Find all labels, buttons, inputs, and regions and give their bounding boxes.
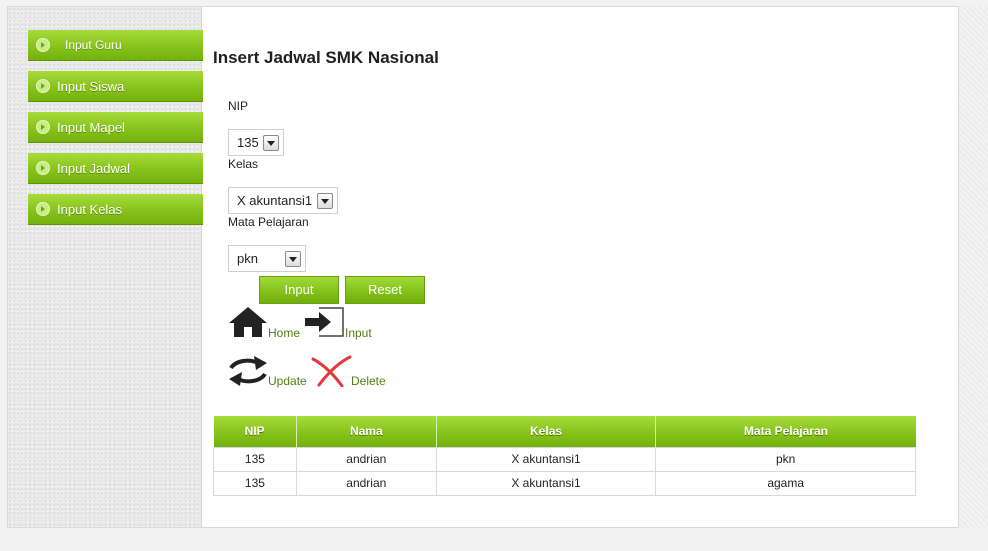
update-link[interactable]	[228, 355, 268, 387]
delete-link[interactable]	[310, 355, 352, 388]
bullet-arrow-icon	[36, 202, 50, 216]
sidebar-item-input-mapel[interactable]: Input Mapel	[28, 112, 203, 143]
kelas-select-value: X akuntansi1	[237, 193, 313, 208]
column-header-kelas: Kelas	[436, 416, 657, 447]
update-link-label[interactable]: Update	[268, 374, 307, 388]
table-cell: andrian	[295, 446, 437, 472]
bullet-arrow-icon	[36, 38, 50, 52]
sidebar-item-label: Input Mapel	[57, 119, 125, 135]
sidebar-item-input-guru[interactable]: Input Guru	[28, 30, 203, 61]
table-row: 135 andrian X akuntansi1 agama	[213, 470, 916, 496]
sidebar-item-label: Input Siswa	[57, 78, 125, 94]
mapel-select[interactable]: pkn	[228, 245, 306, 272]
table-cell: andrian	[295, 470, 437, 496]
input-link[interactable]	[303, 306, 345, 338]
home-link[interactable]	[228, 306, 268, 338]
table-cell: 135	[213, 446, 297, 472]
table-cell: 135	[213, 470, 297, 496]
chevron-down-icon	[263, 134, 279, 151]
sidebar-item-input-jadwal[interactable]: Input Jadwal	[28, 153, 203, 184]
table-header-row: NIP Nama Kelas Mata Pelajaran	[213, 416, 916, 447]
table-row: 135 andrian X akuntansi1 pkn	[213, 446, 916, 472]
bullet-arrow-icon	[36, 161, 50, 175]
reset-button[interactable]: Reset	[345, 276, 425, 304]
bullet-arrow-icon	[36, 79, 50, 93]
sidebar-item-label: Input Jadwal	[57, 160, 130, 176]
sidebar: Input Guru Input Siswa Input Mapel Input…	[8, 7, 203, 527]
kelas-label: Kelas	[228, 157, 259, 171]
mapel-select-value: pkn	[237, 251, 258, 266]
table-cell: X akuntansi1	[435, 470, 657, 496]
delete-link-label[interactable]: Delete	[351, 374, 386, 388]
table-cell: X akuntansi1	[435, 446, 657, 472]
x-delete-icon	[311, 355, 352, 388]
nip-label: NIP	[228, 99, 249, 113]
page-title: Insert Jadwal SMK Nasional	[213, 48, 439, 67]
column-header-nip: NIP	[213, 416, 297, 447]
sidebar-item-input-kelas[interactable]: Input Kelas	[28, 194, 203, 225]
nip-select-value: 135	[237, 135, 259, 150]
chevron-down-icon	[285, 250, 301, 267]
column-header-nama: Nama	[296, 416, 437, 447]
home-icon	[229, 307, 267, 337]
sidebar-item-label: Input Kelas	[57, 201, 123, 217]
home-link-label[interactable]: Home	[268, 326, 300, 340]
input-link-label[interactable]: Input	[345, 326, 372, 340]
enter-icon	[305, 307, 344, 337]
nip-select[interactable]: 135	[228, 129, 284, 156]
kelas-select[interactable]: X akuntansi1	[228, 187, 338, 214]
sidebar-item-input-siswa[interactable]: Input Siswa	[28, 71, 203, 102]
table-cell: agama	[655, 470, 916, 496]
column-header-mata-pelajaran: Mata Pelajaran	[655, 416, 916, 447]
swap-arrows-icon	[229, 356, 267, 386]
page-margin	[959, 6, 988, 528]
jadwal-table: NIP Nama Kelas Mata Pelajaran 135 andria…	[213, 416, 916, 496]
input-button[interactable]: Input	[259, 276, 339, 304]
sidebar-item-label: Input Guru	[65, 38, 122, 52]
chevron-down-icon	[317, 192, 333, 209]
table-cell: pkn	[655, 446, 916, 472]
mapel-label: Mata Pelajaran	[228, 215, 309, 229]
bullet-arrow-icon	[36, 120, 50, 134]
